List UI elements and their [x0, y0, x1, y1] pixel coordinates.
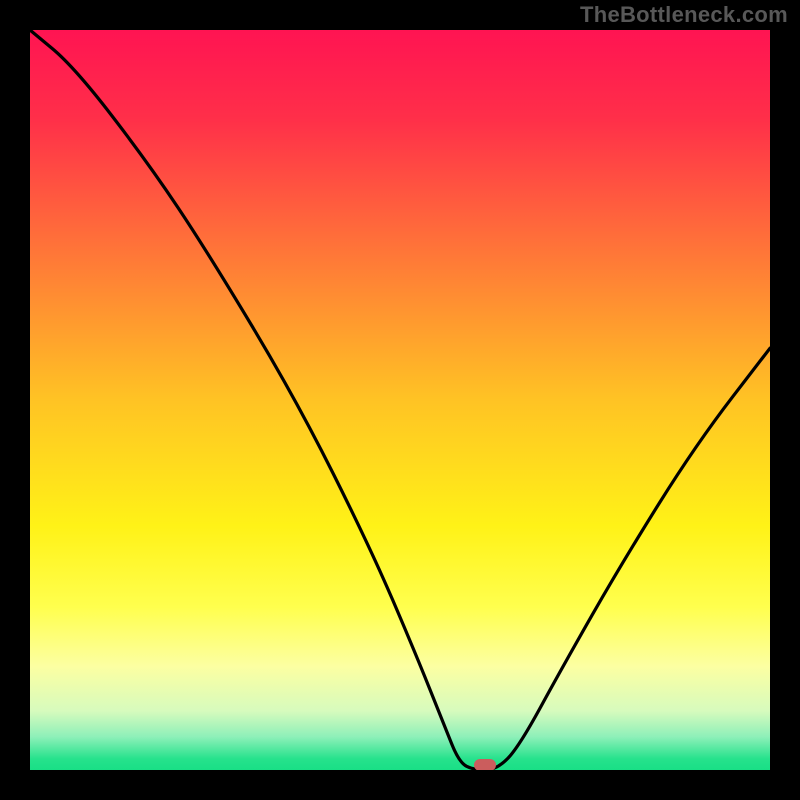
watermark-text: TheBottleneck.com: [580, 2, 788, 28]
chart-frame: TheBottleneck.com: [0, 0, 800, 800]
plot-area: [30, 30, 770, 770]
optimal-point-marker: [474, 759, 496, 770]
bottleneck-curve: [30, 30, 770, 770]
